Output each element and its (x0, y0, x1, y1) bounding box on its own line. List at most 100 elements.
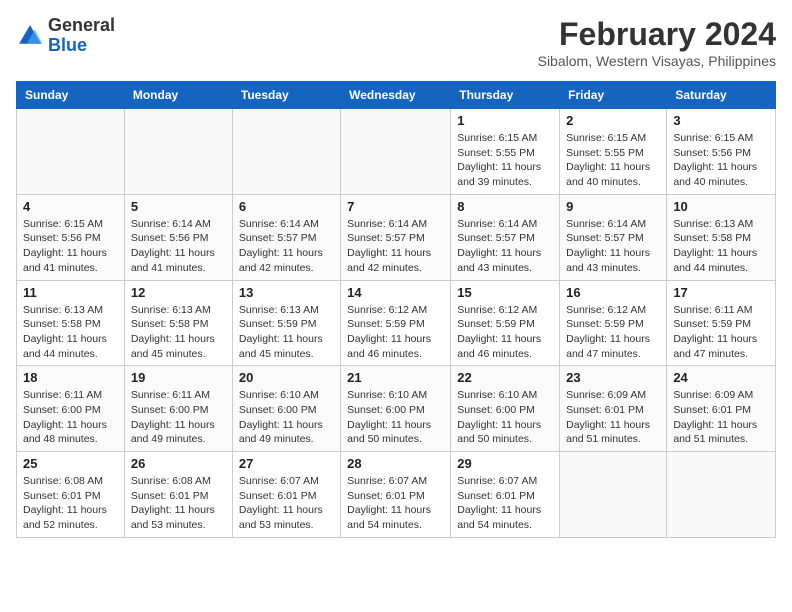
calendar-cell (667, 452, 776, 538)
day-detail: Sunrise: 6:08 AM Sunset: 6:01 PM Dayligh… (131, 474, 226, 533)
day-detail: Sunrise: 6:14 AM Sunset: 5:57 PM Dayligh… (566, 217, 660, 276)
day-number: 25 (23, 456, 118, 471)
calendar-cell: 1 Sunrise: 6:15 AM Sunset: 5:55 PM Daylig… (451, 109, 560, 195)
day-detail: Sunrise: 6:10 AM Sunset: 6:00 PM Dayligh… (239, 388, 334, 447)
day-number: 17 (673, 285, 769, 300)
day-detail: Sunrise: 6:12 AM Sunset: 5:59 PM Dayligh… (566, 303, 660, 362)
column-header-monday: Monday (124, 82, 232, 109)
calendar-cell (232, 109, 340, 195)
day-number: 10 (673, 199, 769, 214)
calendar-cell: 20Sunrise: 6:10 AM Sunset: 6:00 PM Dayli… (232, 366, 340, 452)
calendar-cell: 26 Sunrise: 6:08 AM Sunset: 6:01 PM Dayli… (124, 452, 232, 538)
day-number: 29 (457, 456, 553, 471)
day-detail: Sunrise: 6:10 AM Sunset: 6:00 PM Dayligh… (347, 388, 444, 447)
calendar-cell: 2 Sunrise: 6:15 AM Sunset: 5:55 PM Daylig… (560, 109, 667, 195)
day-detail: Sunrise: 6:07 AM Sunset: 6:01 PM Dayligh… (457, 474, 553, 533)
day-detail: Sunrise: 6:11 AM Sunset: 6:00 PM Dayligh… (131, 388, 226, 447)
day-number: 28 (347, 456, 444, 471)
week-row-2: 4Sunrise: 6:15 AM Sunset: 5:56 PM Daylig… (17, 194, 776, 280)
day-detail: Sunrise: 6:08 AM Sunset: 6:01 PM Dayligh… (23, 474, 118, 533)
calendar-cell: 19Sunrise: 6:11 AM Sunset: 6:00 PM Dayli… (124, 366, 232, 452)
calendar-cell: 10 Sunrise: 6:13 AM Sunset: 5:58 PM Dayli… (667, 194, 776, 280)
calendar-cell: 23 Sunrise: 6:09 AM Sunset: 6:01 PM Dayli… (560, 366, 667, 452)
calendar-cell: 25 Sunrise: 6:08 AM Sunset: 6:01 PM Dayli… (17, 452, 125, 538)
calendar-cell: 11Sunrise: 6:13 AM Sunset: 5:58 PM Dayli… (17, 280, 125, 366)
day-number: 8 (457, 199, 553, 214)
calendar-cell: 22 Sunrise: 6:10 AM Sunset: 6:00 PM Dayli… (451, 366, 560, 452)
calendar-cell: 13 Sunrise: 6:13 AM Sunset: 5:59 PM Dayli… (232, 280, 340, 366)
day-number: 14 (347, 285, 444, 300)
day-detail: Sunrise: 6:09 AM Sunset: 6:01 PM Dayligh… (673, 388, 769, 447)
day-number: 9 (566, 199, 660, 214)
day-detail: Sunrise: 6:07 AM Sunset: 6:01 PM Dayligh… (347, 474, 444, 533)
day-detail: Sunrise: 6:14 AM Sunset: 5:57 PM Dayligh… (457, 217, 553, 276)
week-row-3: 11Sunrise: 6:13 AM Sunset: 5:58 PM Dayli… (17, 280, 776, 366)
day-detail: Sunrise: 6:12 AM Sunset: 5:59 PM Dayligh… (347, 303, 444, 362)
calendar-cell: 14 Sunrise: 6:12 AM Sunset: 5:59 PM Dayli… (341, 280, 451, 366)
day-detail: Sunrise: 6:11 AM Sunset: 6:00 PM Dayligh… (23, 388, 118, 447)
calendar-cell: 24 Sunrise: 6:09 AM Sunset: 6:01 PM Dayli… (667, 366, 776, 452)
calendar-cell (560, 452, 667, 538)
day-detail: Sunrise: 6:13 AM Sunset: 5:58 PM Dayligh… (673, 217, 769, 276)
calendar-cell: 27Sunrise: 6:07 AM Sunset: 6:01 PM Dayli… (232, 452, 340, 538)
day-number: 22 (457, 370, 553, 385)
logo-line2: Blue (48, 36, 115, 56)
column-header-saturday: Saturday (667, 82, 776, 109)
day-detail: Sunrise: 6:15 AM Sunset: 5:56 PM Dayligh… (23, 217, 118, 276)
logo-icon (16, 22, 44, 50)
day-number: 2 (566, 113, 660, 128)
calendar-cell: 9 Sunrise: 6:14 AM Sunset: 5:57 PM Daylig… (560, 194, 667, 280)
location-subtitle: Sibalom, Western Visayas, Philippines (538, 53, 776, 69)
calendar-cell: 3 Sunrise: 6:15 AM Sunset: 5:56 PM Daylig… (667, 109, 776, 195)
day-detail: Sunrise: 6:15 AM Sunset: 5:56 PM Dayligh… (673, 131, 769, 190)
day-detail: Sunrise: 6:14 AM Sunset: 5:57 PM Dayligh… (347, 217, 444, 276)
calendar-table: SundayMondayTuesdayWednesdayThursdayFrid… (16, 81, 776, 538)
column-header-thursday: Thursday (451, 82, 560, 109)
day-number: 15 (457, 285, 553, 300)
calendar-cell: 18Sunrise: 6:11 AM Sunset: 6:00 PM Dayli… (17, 366, 125, 452)
calendar-cell (124, 109, 232, 195)
day-number: 21 (347, 370, 444, 385)
day-detail: Sunrise: 6:15 AM Sunset: 5:55 PM Dayligh… (457, 131, 553, 190)
page-header: General Blue February 2024 Sibalom, West… (16, 16, 776, 69)
week-row-4: 18Sunrise: 6:11 AM Sunset: 6:00 PM Dayli… (17, 366, 776, 452)
calendar-cell (341, 109, 451, 195)
day-detail: Sunrise: 6:13 AM Sunset: 5:58 PM Dayligh… (23, 303, 118, 362)
day-number: 3 (673, 113, 769, 128)
day-number: 6 (239, 199, 334, 214)
logo-line1: General (48, 16, 115, 36)
day-detail: Sunrise: 6:14 AM Sunset: 5:56 PM Dayligh… (131, 217, 226, 276)
column-header-sunday: Sunday (17, 82, 125, 109)
calendar-cell: 28 Sunrise: 6:07 AM Sunset: 6:01 PM Dayli… (341, 452, 451, 538)
day-detail: Sunrise: 6:07 AM Sunset: 6:01 PM Dayligh… (239, 474, 334, 533)
day-number: 26 (131, 456, 226, 471)
column-header-friday: Friday (560, 82, 667, 109)
calendar-cell: 15Sunrise: 6:12 AM Sunset: 5:59 PM Dayli… (451, 280, 560, 366)
day-detail: Sunrise: 6:14 AM Sunset: 5:57 PM Dayligh… (239, 217, 334, 276)
day-number: 13 (239, 285, 334, 300)
day-detail: Sunrise: 6:13 AM Sunset: 5:59 PM Dayligh… (239, 303, 334, 362)
day-number: 1 (457, 113, 553, 128)
day-detail: Sunrise: 6:13 AM Sunset: 5:58 PM Dayligh… (131, 303, 226, 362)
title-section: February 2024 Sibalom, Western Visayas, … (538, 16, 776, 69)
calendar-cell: 4Sunrise: 6:15 AM Sunset: 5:56 PM Daylig… (17, 194, 125, 280)
day-number: 7 (347, 199, 444, 214)
day-number: 24 (673, 370, 769, 385)
day-number: 5 (131, 199, 226, 214)
calendar-cell (17, 109, 125, 195)
day-number: 23 (566, 370, 660, 385)
day-detail: Sunrise: 6:11 AM Sunset: 5:59 PM Dayligh… (673, 303, 769, 362)
calendar-cell: 8 Sunrise: 6:14 AM Sunset: 5:57 PM Daylig… (451, 194, 560, 280)
calendar-cell: 7 Sunrise: 6:14 AM Sunset: 5:57 PM Daylig… (341, 194, 451, 280)
calendar-cell: 21 Sunrise: 6:10 AM Sunset: 6:00 PM Dayli… (341, 366, 451, 452)
logo: General Blue (16, 16, 115, 56)
day-number: 16 (566, 285, 660, 300)
calendar-cell: 12Sunrise: 6:13 AM Sunset: 5:58 PM Dayli… (124, 280, 232, 366)
calendar-cell: 16 Sunrise: 6:12 AM Sunset: 5:59 PM Dayli… (560, 280, 667, 366)
week-row-1: 1 Sunrise: 6:15 AM Sunset: 5:55 PM Daylig… (17, 109, 776, 195)
column-header-wednesday: Wednesday (341, 82, 451, 109)
calendar-cell: 5 Sunrise: 6:14 AM Sunset: 5:56 PM Daylig… (124, 194, 232, 280)
day-detail: Sunrise: 6:15 AM Sunset: 5:55 PM Dayligh… (566, 131, 660, 190)
day-detail: Sunrise: 6:09 AM Sunset: 6:01 PM Dayligh… (566, 388, 660, 447)
day-detail: Sunrise: 6:10 AM Sunset: 6:00 PM Dayligh… (457, 388, 553, 447)
